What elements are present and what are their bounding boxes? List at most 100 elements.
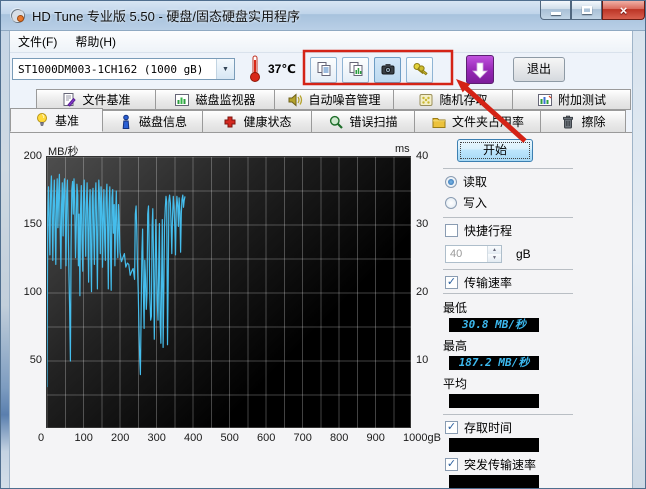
- copy-image-button[interactable]: [342, 57, 369, 83]
- access-time-checkbox[interactable]: ✓ 存取时间: [445, 419, 581, 436]
- maximize-button[interactable]: [571, 1, 602, 20]
- checkbox-icon: ✓: [445, 276, 458, 289]
- tab-benchmark-bulb[interactable]: 基准: [10, 108, 103, 132]
- options-keys-button[interactable]: [406, 57, 433, 83]
- tab-label: 附加测试: [558, 91, 606, 108]
- avg-label: 平均: [443, 375, 581, 392]
- copy-image-icon: [348, 61, 364, 80]
- benchmark-control-panel: 开始 读取 写入 快捷行程 40 ▲▼ gB: [441, 135, 581, 489]
- thermometer-icon: [246, 54, 264, 84]
- transfer-rate-checkbox[interactable]: ✓ 传输速率: [445, 274, 581, 291]
- y-left-tick-label: 200: [14, 150, 42, 162]
- x-tick-label: 300: [148, 432, 166, 444]
- tab-aam-speaker[interactable]: 自动噪音管理: [274, 89, 394, 110]
- checkbox-icon: ✓: [445, 421, 458, 434]
- tab-disk-monitor[interactable]: 磁盘监视器: [155, 89, 275, 110]
- screenshot-button[interactable]: [374, 57, 401, 83]
- window-title: HD Tune 专业版 5.50 - 硬盘/固态硬盘实用程序: [32, 6, 300, 25]
- tab-label: 健康状态: [243, 113, 291, 130]
- short-stroke-checkbox[interactable]: 快捷行程: [445, 222, 581, 239]
- tab-label: 随机存取: [439, 91, 487, 108]
- read-radio[interactable]: 读取: [445, 173, 581, 190]
- x-tick-label: 0: [38, 432, 44, 444]
- minimize-button[interactable]: [540, 1, 571, 20]
- y-right-tick-label: 40: [416, 150, 428, 162]
- access-time-label: 存取时间: [464, 419, 512, 436]
- window-left-border: [1, 31, 10, 488]
- divider: [443, 414, 573, 415]
- start-button[interactable]: 开始: [457, 139, 533, 162]
- close-icon: ×: [620, 3, 628, 18]
- y-right-tick-label: 30: [416, 218, 428, 230]
- y-right-tick-label: 10: [416, 354, 428, 366]
- tab-erase-trash[interactable]: 擦除: [540, 110, 626, 132]
- keys-icon: [412, 61, 428, 80]
- tab-label: 错误扫描: [349, 113, 397, 130]
- disk-info-icon: [118, 114, 134, 130]
- close-button[interactable]: ×: [602, 1, 645, 20]
- burst-rate-checkbox[interactable]: ✓ 突发传输速率: [445, 456, 581, 473]
- tab-folder-usage[interactable]: 文件夹占用率: [414, 110, 541, 132]
- maximize-icon: [582, 6, 592, 14]
- drive-select-value: ST1000DM003-1CH162 (1000 gB): [13, 63, 216, 76]
- app-icon: [10, 8, 26, 24]
- benchmark-page: MB/秒 ms 01002003004005006007008009001000…: [10, 132, 632, 488]
- drive-select[interactable]: ST1000DM003-1CH162 (1000 gB) ▼: [12, 58, 235, 80]
- menu-help[interactable]: 帮助(H): [67, 31, 124, 52]
- file-benchmark-icon: [61, 92, 77, 108]
- short-stroke-label: 快捷行程: [464, 222, 512, 239]
- copy-text-button[interactable]: [310, 57, 337, 83]
- burst-rate-label: 突发传输速率: [464, 456, 536, 473]
- y-left-tick-label: 50: [14, 354, 42, 366]
- chevron-down-icon: ▼: [216, 59, 234, 79]
- radio-icon: [445, 197, 457, 209]
- folder-usage-icon: [431, 114, 447, 130]
- menu-file[interactable]: 文件(F): [10, 31, 65, 52]
- minimize-icon: [551, 12, 561, 15]
- download-arrow-icon: [472, 61, 488, 79]
- short-stroke-value: 40: [446, 246, 487, 262]
- x-tick-label: 400: [184, 432, 202, 444]
- burst-rate-display: [449, 475, 539, 489]
- divider: [443, 217, 573, 218]
- tab-extra-tests[interactable]: 附加测试: [512, 89, 631, 110]
- exit-button[interactable]: 退出: [513, 57, 565, 82]
- x-tick-label: 600: [257, 432, 275, 444]
- menu-bar: 文件(F) 帮助(H): [2, 31, 644, 53]
- tab-label: 磁盘监视器: [195, 91, 255, 108]
- tab-label: 磁盘信息: [139, 113, 187, 130]
- extra-tests-icon: [537, 92, 553, 108]
- download-button[interactable]: [466, 55, 494, 84]
- min-value-display: 30.8 MB/秒: [449, 318, 539, 332]
- camera-icon: [380, 61, 396, 80]
- tab-label: 文件基准: [82, 91, 130, 108]
- write-radio[interactable]: 写入: [445, 194, 581, 211]
- tab-label: 自动噪音管理: [308, 91, 380, 108]
- tab-disk-info[interactable]: 磁盘信息: [102, 110, 203, 132]
- x-tick-label: 800: [330, 432, 348, 444]
- copy-text-icon: [316, 61, 332, 80]
- screenshot-toolbar-buttons: [310, 57, 433, 83]
- divider: [443, 293, 573, 294]
- tab-file-benchmark[interactable]: 文件基准: [36, 89, 156, 110]
- x-tick-label: 100: [75, 432, 93, 444]
- radio-icon: [445, 176, 457, 188]
- x-tick-label: 1000gB: [403, 432, 441, 444]
- tab-health-cross[interactable]: 健康状态: [202, 110, 312, 132]
- tab-random-access[interactable]: 随机存取: [393, 89, 513, 110]
- random-access-icon: [418, 92, 434, 108]
- divider: [443, 168, 573, 169]
- short-stroke-stepper[interactable]: 40 ▲▼: [445, 245, 502, 263]
- short-stroke-unit: gB: [516, 247, 531, 261]
- max-value-display: 187.2 MB/秒: [449, 356, 539, 370]
- min-label: 最低: [443, 299, 581, 316]
- hdtune-window: HD Tune 专业版 5.50 - 硬盘/固态硬盘实用程序 × 文件(F) 帮…: [0, 0, 646, 489]
- checkbox-icon: [445, 224, 458, 237]
- erase-trash-icon: [560, 114, 576, 130]
- stepper-arrows-icon[interactable]: ▲▼: [487, 246, 501, 262]
- benchmark-bulb-icon: [34, 112, 50, 128]
- tab-row-secondary: 文件基准 磁盘监视器 自动噪音管理 随机存取 附加测试: [36, 89, 630, 110]
- tab-label: 擦除: [581, 113, 605, 130]
- tab-error-scan[interactable]: 错误扫描: [311, 110, 415, 132]
- y-right-tick-label: 20: [416, 286, 428, 298]
